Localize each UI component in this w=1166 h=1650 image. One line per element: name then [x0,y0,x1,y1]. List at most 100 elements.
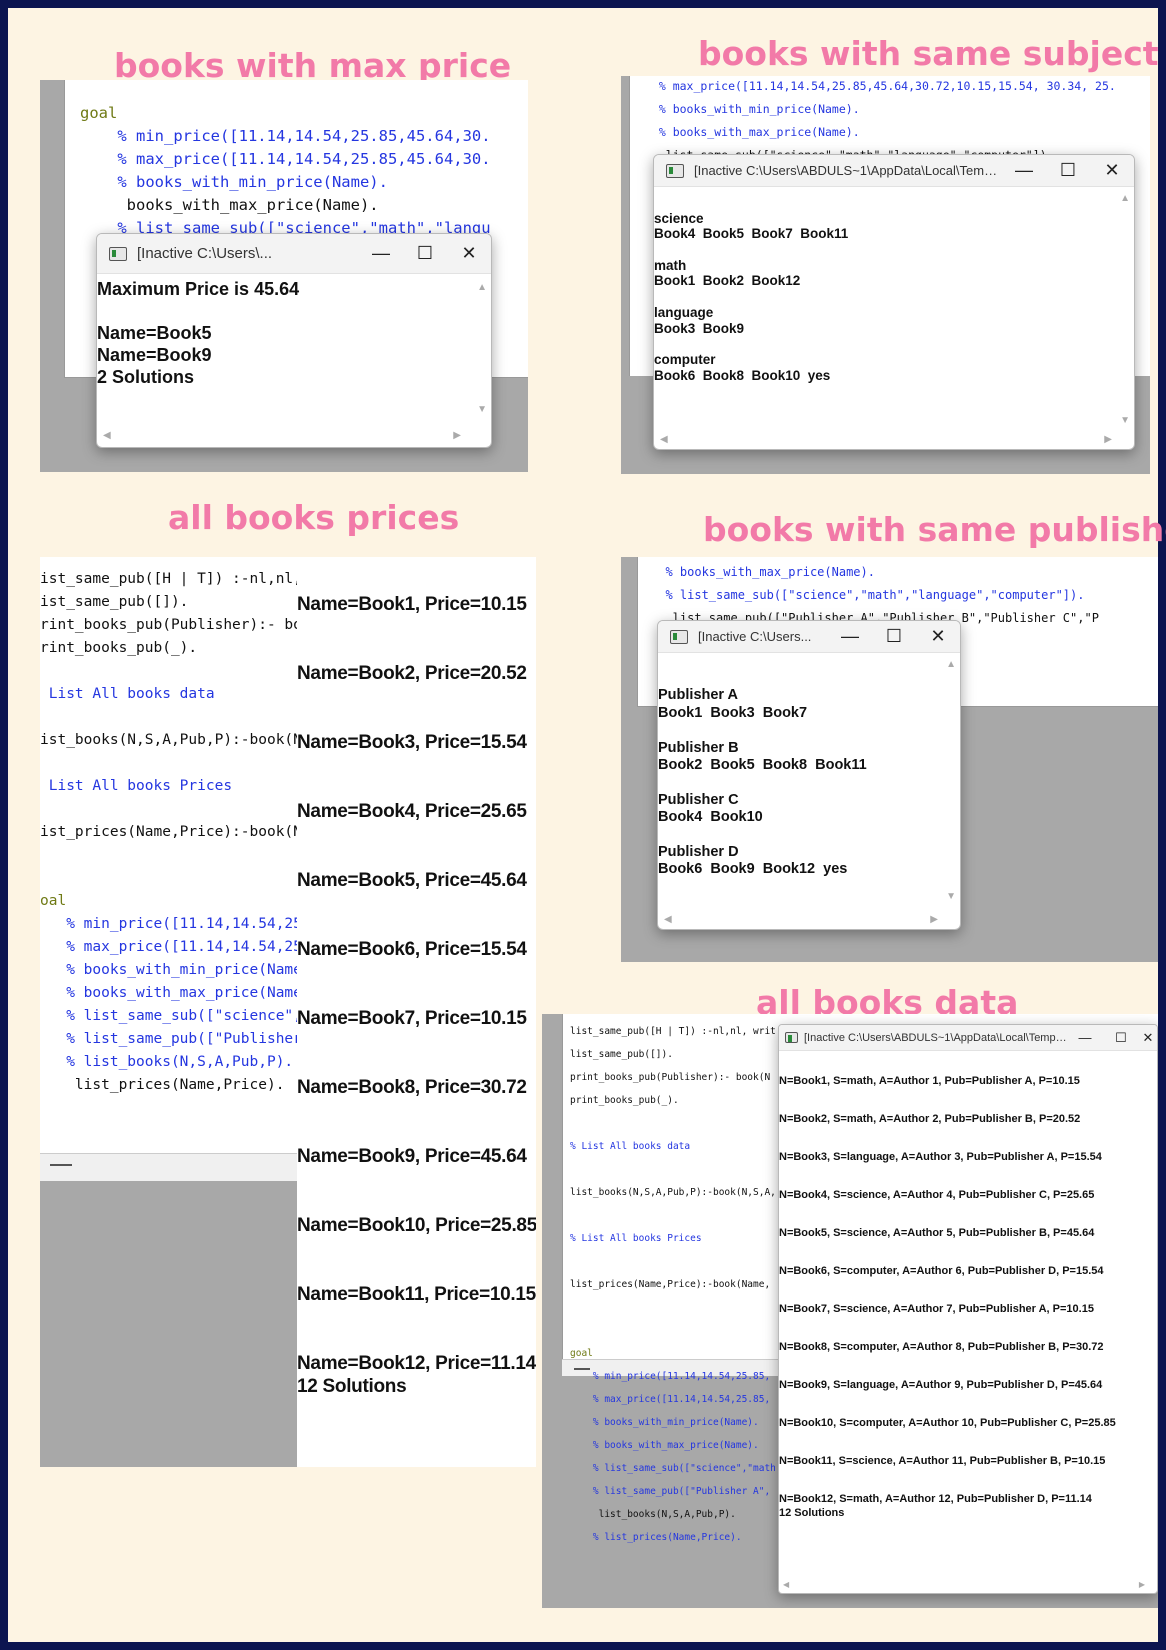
window-titlebar[interactable]: [Inactive C:\Users\... — ☐ ✕ [97,234,491,274]
book-data-line: N=Book9, S=language, A=Author 9, Pub=Pub… [779,1379,1103,1391]
output-line: language [654,304,714,320]
window-titlebar[interactable]: [Inactive C:\Users\ABDULS~1\AppData\Loca… [779,1025,1157,1051]
output-line: computer [654,351,716,367]
panel-all-prices: ist_same_pub([H | T]) :-nl,nl, ist_same_p… [40,557,536,1467]
editor-statusbar [40,1153,297,1181]
solutions-count: 12 Solutions [297,1376,407,1397]
console-output: Publisher A Book1 Book3 Book7 Publisher BB… [658,669,867,878]
code-line: print_books_pub(Publisher):- book(N [570,1072,771,1083]
scroll-left-arrow-icon[interactable]: ◀ [783,1580,789,1589]
code-editor[interactable]: ist_same_pub([H | T]) :-nl,nl, ist_same_p… [40,567,302,1096]
book-data-line: N=Book10, S=computer, A=Author 10, Pub=P… [779,1417,1116,1429]
book-data-line: N=Book8, S=computer, A=Author 8, Pub=Pub… [779,1341,1104,1353]
window-titlebar[interactable]: [Inactive C:\Users... — ☐ ✕ [658,621,960,653]
minimize-button[interactable]: — [1067,1030,1103,1045]
panel-same-publisher: % books_with_max_price(Name). % list_sam… [621,557,1158,962]
code-line: list_books(N,S,A,Pub,P):-book(N,S,A, [570,1187,776,1198]
code-line: % books_with_min_price(Name). [80,173,388,191]
maximize-button[interactable]: ☐ [1046,160,1090,181]
code-line: ist_same_pub([]). [40,594,189,610]
scroll-right-arrow-icon[interactable]: ▶ [1139,1580,1145,1589]
output-window[interactable]: [Inactive C:\Users\ABDULS~1\AppData\Loca… [653,154,1135,450]
code-editor[interactable]: goal % min_price([11.14,14.54,25.85,45.6… [80,102,491,240]
app-icon [785,1032,798,1043]
console-output: Name=Book1, Price=10.15 Name=Book2, Price… [297,594,536,1444]
scroll-up-arrow-icon[interactable]: ▲ [946,659,956,670]
scroll-right-arrow-icon[interactable]: ▶ [1104,434,1112,445]
code-line: ist_books(N,S,A,Pub,P):-book(N [40,732,302,748]
scroll-left-arrow-icon[interactable]: ◀ [664,914,672,925]
price-line: Name=Book12, Price=11.14 [297,1353,536,1374]
maximize-button[interactable]: ☐ [403,243,447,264]
prices-output: Name=Book1, Price=10.15 Name=Book2, Price… [297,557,536,1467]
output-window[interactable]: [Inactive C:\Users... — ☐ ✕ Publisher AB… [657,620,961,930]
book-data-line: N=Book12, S=math, A=Author 12, Pub=Publi… [779,1493,1092,1505]
maximize-button[interactable]: ☐ [872,626,916,647]
output-line: Maximum Price is 45.64 [97,279,300,299]
code-editor[interactable]: list_same_pub([H | T]) :-nl,nl, writ list… [570,1024,776,1553]
code-line: % List All books Prices [570,1233,702,1244]
book-data-line: N=Book3, S=language, A=Author 3, Pub=Pub… [779,1151,1102,1163]
close-button[interactable]: ✕ [1090,160,1134,181]
code-line: list_same_pub([H | T]) :-nl,nl, writ [570,1026,776,1037]
window-title: [Inactive C:\Users\ABDULS~1\AppData\Loca… [694,163,1002,178]
book-data-line: N=Book11, S=science, A=Author 11, Pub=Pu… [779,1455,1106,1467]
close-button[interactable]: ✕ [1139,1030,1157,1046]
code-line: rint_books_pub(Publisher):- bo [40,617,302,633]
scroll-left-arrow-icon[interactable]: ◀ [103,430,111,441]
code-line: goal [80,104,118,122]
price-line: Name=Book10, Price=25.85 [297,1215,536,1236]
app-icon [666,163,684,178]
scroll-right-arrow-icon[interactable]: ▶ [930,914,938,925]
price-line: Name=Book4, Price=25.65 [297,801,527,822]
scroll-left-arrow-icon[interactable]: ◀ [660,434,668,445]
scroll-down-arrow-icon[interactable]: ▼ [1120,415,1130,426]
book-data-line: N=Book6, S=computer, A=Author 6, Pub=Pub… [779,1265,1104,1277]
heading-same-subject: books with same subject [698,34,1159,73]
minimize-button[interactable]: — [359,243,403,264]
scroll-down-arrow-icon[interactable]: ▼ [477,404,487,415]
code-line: ist_prices(Name,Price):-book(N [40,824,302,840]
scroll-up-arrow-icon[interactable]: ▲ [477,282,487,293]
code-line: oal [40,893,67,909]
window-title: [Inactive C:\Users\ABDULS~1\AppData\Loca… [804,1031,1067,1044]
code-line: % min_price([11.14,14.54,25.85,45.64,30. [80,127,491,145]
window-titlebar[interactable]: [Inactive C:\Users\ABDULS~1\AppData\Loca… [654,155,1134,187]
code-line: % list_books(N,S,A,Pub,P). [40,1054,294,1070]
code-line: List All books data [40,686,215,702]
scroll-right-arrow-icon[interactable]: ▶ [453,430,461,441]
code-line: % max_price([11.14,14.54,25.85, [570,1394,771,1405]
console-output: science Book4 Book5 Book7 Book11 math Book1… [654,195,848,383]
price-line: Name=Book5, Price=45.64 [297,870,527,891]
close-button[interactable]: ✕ [916,626,960,647]
code-line: % books_with_max_price(Name). [570,1440,759,1451]
output-line: Book4 Book10 [658,809,763,826]
close-button[interactable]: ✕ [447,243,491,264]
price-line: Name=Book2, Price=20.52 [297,663,527,684]
code-line: % List All books data [570,1141,691,1152]
output-window[interactable]: [Inactive C:\Users\ABDULS~1\AppData\Loca… [778,1024,1158,1594]
heading-all-prices: all books prices [168,498,460,537]
scroll-up-arrow-icon[interactable]: ▲ [1120,193,1130,204]
scroll-down-arrow-icon[interactable]: ▼ [946,891,956,902]
code-line: books_with_max_price(Name). [80,196,379,214]
minimize-button[interactable]: — [1002,160,1046,181]
output-line: Publisher D [658,843,739,860]
panel-all-data: list_same_pub([H | T]) :-nl,nl, writ list… [542,1014,1158,1608]
code-line: % max_price([11.14,14.54,25.85,45.64,30. [80,150,491,168]
code-line: % list_prices(Name,Price). [570,1532,742,1543]
output-line: Name=Book5 [97,323,212,343]
minimize-button[interactable]: — [828,626,872,647]
maximize-button[interactable]: ☐ [1103,1030,1139,1046]
output-window[interactable]: [Inactive C:\Users\... — ☐ ✕ Maximum Pri… [96,233,492,448]
